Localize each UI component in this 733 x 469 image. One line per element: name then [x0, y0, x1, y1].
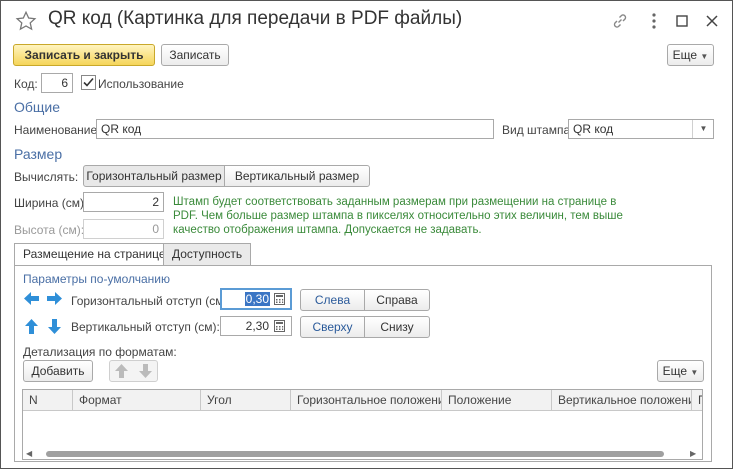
menu-dots-icon[interactable] — [651, 12, 657, 33]
left-button[interactable]: Слева — [300, 289, 365, 311]
scroll-right-icon[interactable]: ▶ — [690, 450, 696, 458]
move-down-icon[interactable] — [139, 364, 152, 384]
save-button[interactable]: Записать — [161, 44, 229, 66]
horizontal-scrollbar[interactable]: ◀ ▶ — [24, 450, 701, 458]
chevron-down-icon[interactable]: ▼ — [692, 120, 714, 138]
v-offset-value: 2,30 — [245, 319, 269, 333]
h-offset-label: Горизонтальный отступ (см): — [71, 294, 231, 308]
tab-placement[interactable]: Размещение на странице — [14, 243, 175, 266]
star-icon[interactable] — [15, 10, 37, 35]
column-header-n[interactable]: N — [23, 390, 73, 410]
more-button-label: Еще — [672, 48, 698, 62]
bottom-button[interactable]: Снизу — [364, 316, 430, 338]
height-field: 0 — [83, 219, 164, 239]
calc-vertical-option[interactable]: Вертикальный размер — [224, 165, 370, 187]
scroll-left-icon[interactable]: ◀ — [26, 450, 32, 458]
height-label: Высота (см): — [14, 223, 85, 237]
column-header-format[interactable]: Формат — [73, 390, 201, 410]
save-and-close-button[interactable]: Записать и закрыть — [13, 44, 155, 66]
tab-availability[interactable]: Доступность — [163, 243, 252, 265]
section-general-title: Общие — [14, 99, 61, 115]
calculator-icon[interactable] — [274, 293, 285, 308]
top-button[interactable]: Сверху — [300, 316, 365, 338]
code-field[interactable]: 6 — [41, 73, 73, 93]
add-button[interactable]: Добавить — [23, 360, 93, 382]
width-label: Ширина (см): — [14, 196, 88, 210]
chevron-down-icon: ▼ — [700, 52, 709, 61]
link-icon[interactable] — [611, 12, 629, 33]
arrow-down-icon[interactable] — [48, 319, 61, 337]
stamp-type-value: QR код — [573, 122, 614, 136]
calculator-icon[interactable] — [274, 320, 285, 335]
calc-horizontal-option[interactable]: Горизонтальный размер — [83, 165, 225, 187]
size-hint-text: Штамп будет соответствовать заданным раз… — [173, 196, 623, 236]
h-offset-value: 0,30 — [244, 292, 270, 306]
formats-more-label: Еще — [662, 364, 688, 378]
arrow-right-icon[interactable] — [47, 292, 62, 308]
calc-label: Вычислять: — [14, 170, 79, 184]
arrow-left-icon[interactable] — [24, 292, 39, 308]
column-header-angle[interactable]: Угол — [201, 390, 291, 410]
arrow-up-icon[interactable] — [25, 319, 38, 337]
window: QR код (Картинка для передачи в PDF файл… — [0, 0, 733, 469]
v-offset-label: Вертикальный отступ (см): — [71, 320, 220, 334]
stamp-type-label: Вид штампа: — [502, 123, 574, 137]
width-field[interactable]: 2 — [83, 192, 164, 212]
window-title: QR код (Картинка для передачи в PDF файл… — [48, 8, 463, 29]
code-label: Код: — [14, 77, 38, 91]
move-up-icon[interactable] — [115, 364, 128, 384]
maximize-icon[interactable] — [676, 15, 688, 30]
formats-more-button[interactable]: Еще ▼ — [657, 360, 704, 382]
defaults-title: Параметры по-умолчанию — [23, 272, 170, 286]
move-buttons — [109, 360, 158, 382]
usage-checkbox[interactable] — [81, 75, 96, 93]
scrollbar-thumb[interactable] — [46, 451, 664, 457]
column-header-horizontal-position[interactable]: Горизонтальное положение — [291, 390, 442, 410]
name-field[interactable]: QR код — [96, 119, 494, 139]
usage-label: Использование — [98, 77, 184, 91]
right-button[interactable]: Справа — [364, 289, 430, 311]
section-size-title: Размер — [14, 146, 63, 162]
column-header-position[interactable]: Положение — [442, 390, 552, 410]
chevron-down-icon: ▼ — [690, 368, 699, 377]
more-button[interactable]: Еще ▼ — [667, 44, 714, 66]
formats-title: Детализация по форматам: — [23, 345, 177, 359]
close-icon[interactable] — [706, 15, 718, 30]
column-header-extra[interactable]: П — [692, 390, 702, 410]
table-header: N Формат Угол Горизонтальное положение П… — [22, 389, 703, 411]
column-header-vertical-position[interactable]: Вертикальное положение — [552, 390, 692, 410]
name-label: Наименование: — [14, 123, 101, 137]
